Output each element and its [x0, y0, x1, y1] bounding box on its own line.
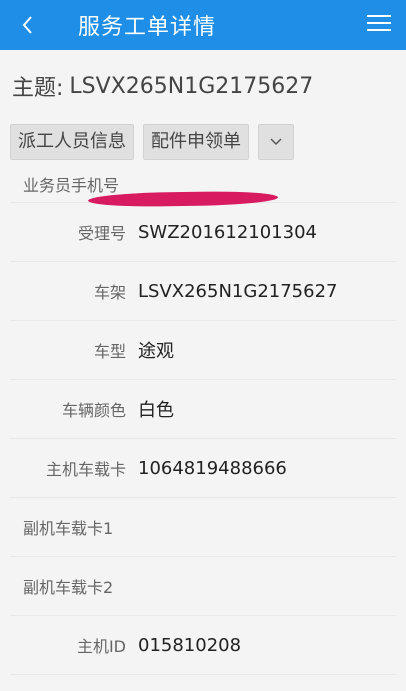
detail-label: 副机车载卡1 — [23, 519, 114, 538]
detail-label: 主机ID — [76, 637, 126, 656]
back-arrow-icon — [22, 16, 32, 34]
detail-list: 业务员手机号 受理号 SWZ201612101304 车架 LSVX265N1G… — [0, 166, 406, 675]
detail-row-main-id: 主机ID 015810208 — [10, 616, 396, 675]
detail-row-main-sim: 主机车载卡 1064819488666 — [10, 439, 396, 498]
top-app-bar: 服务工单详情 — [0, 0, 406, 50]
detail-label: 车型 — [93, 342, 126, 361]
detail-label: 车辆颜色 — [61, 401, 126, 420]
action-tabs: 派工人员信息 配件申领单 — [0, 122, 406, 162]
dispatch-staff-info-button[interactable]: 派工人员信息 — [10, 124, 134, 160]
subject-value: LSVX265N1G2175627 — [69, 73, 314, 99]
detail-row-model: 车型 途观 — [10, 321, 396, 380]
detail-row-vin: 车架 LSVX265N1G2175627 — [10, 262, 396, 321]
detail-label: 副机车载卡2 — [23, 578, 114, 597]
hamburger-menu-icon — [367, 15, 391, 17]
detail-value: 015810208 — [138, 634, 242, 656]
detail-value: 1064819488666 — [138, 457, 287, 479]
chevron-down-icon — [270, 138, 282, 146]
detail-value: 途观 — [138, 341, 174, 362]
detail-label: 受理号 — [77, 224, 126, 243]
page-title: 服务工单详情 — [78, 15, 217, 40]
subject-label: 主题: — [12, 76, 64, 101]
more-dropdown-button[interactable] — [258, 124, 294, 160]
detail-value: LSVX265N1G2175627 — [138, 280, 338, 302]
subject-line: 主题: LSVX265N1G2175627 — [0, 50, 406, 122]
detail-row-sub-sim-1: 副机车载卡1 — [10, 498, 396, 557]
detail-value: 白色 — [138, 400, 174, 421]
detail-row-sub-sim-2: 副机车载卡2 — [10, 557, 396, 616]
detail-value: SWZ201612101304 — [138, 221, 317, 243]
menu-button[interactable] — [364, 10, 394, 40]
detail-label: 业务员手机号 — [23, 176, 120, 195]
detail-label: 车架 — [93, 283, 126, 302]
back-button[interactable] — [0, 0, 56, 50]
detail-row-color: 车辆颜色 白色 — [10, 380, 396, 439]
parts-requisition-button[interactable]: 配件申领单 — [143, 124, 249, 160]
detail-row-acceptance-no: 受理号 SWZ201612101304 — [10, 203, 396, 262]
detail-label: 主机车载卡 — [45, 460, 126, 479]
